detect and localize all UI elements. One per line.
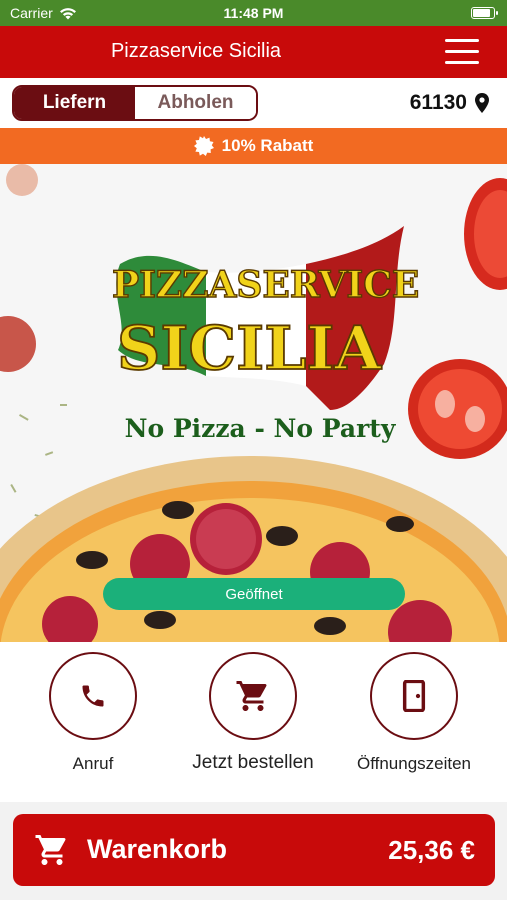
location-pin-icon — [475, 93, 489, 113]
quick-actions: Anruf Jetzt bestellen Öffnungszeiten — [0, 642, 507, 802]
cart-button[interactable]: Warenkorb 25,36 € — [13, 814, 495, 886]
zip-code: 61130 — [409, 91, 467, 114]
shopping-cart-icon — [236, 681, 267, 711]
hours-action[interactable]: Öffnungszeiten — [329, 652, 499, 774]
phone-icon — [82, 685, 104, 707]
order-action[interactable]: Jetzt bestellen — [168, 652, 338, 774]
cart-label: Warenkorb — [87, 834, 228, 864]
location-selector[interactable]: 61130 — [410, 91, 489, 115]
battery-icon — [471, 7, 498, 19]
deliver-option[interactable]: Liefern — [14, 87, 135, 119]
order-label: Jetzt bestellen — [192, 752, 314, 773]
cart-total: 25,36 € — [388, 835, 475, 865]
status-bar: Carrier 11:48 PM — [0, 0, 507, 26]
discount-badge-icon — [193, 136, 214, 156]
order-mode-row: Liefern Abholen 61130 — [0, 78, 507, 128]
hours-label: Öffnungszeiten — [356, 754, 472, 773]
hero-illustration: PIZZASERVICE SICILIA — [0, 164, 507, 642]
pickup-option[interactable]: Abholen — [135, 87, 256, 119]
call-action[interactable]: Anruf — [8, 652, 178, 774]
discount-banner[interactable]: 10% Rabatt — [0, 128, 507, 164]
app-header: Pizzaservice Sicilia — [0, 26, 507, 78]
door-icon — [402, 680, 426, 712]
hero-banner: PIZZASERVICE SICILIA No Pizza - No Party… — [0, 164, 507, 642]
clock: 11:48 PM — [223, 5, 284, 21]
svg-text:PIZZASERVICE: PIZZASERVICE — [112, 264, 419, 306]
hamburger-menu-icon[interactable] — [445, 39, 479, 65]
order-button[interactable] — [209, 652, 297, 740]
discount-text: 10% Rabatt — [221, 136, 314, 155]
open-status-badge: Geöffnet — [103, 578, 405, 610]
page-title: Pizzaservice Sicilia — [110, 40, 282, 62]
delivery-mode-toggle: Liefern Abholen — [12, 85, 258, 121]
svg-text:SICILIA: SICILIA — [117, 314, 382, 384]
cart-icon — [35, 835, 66, 865]
slogan: No Pizza - No Party — [124, 414, 396, 443]
call-button[interactable] — [49, 652, 137, 740]
call-label: Anruf — [72, 754, 114, 773]
hours-button[interactable] — [370, 652, 458, 740]
